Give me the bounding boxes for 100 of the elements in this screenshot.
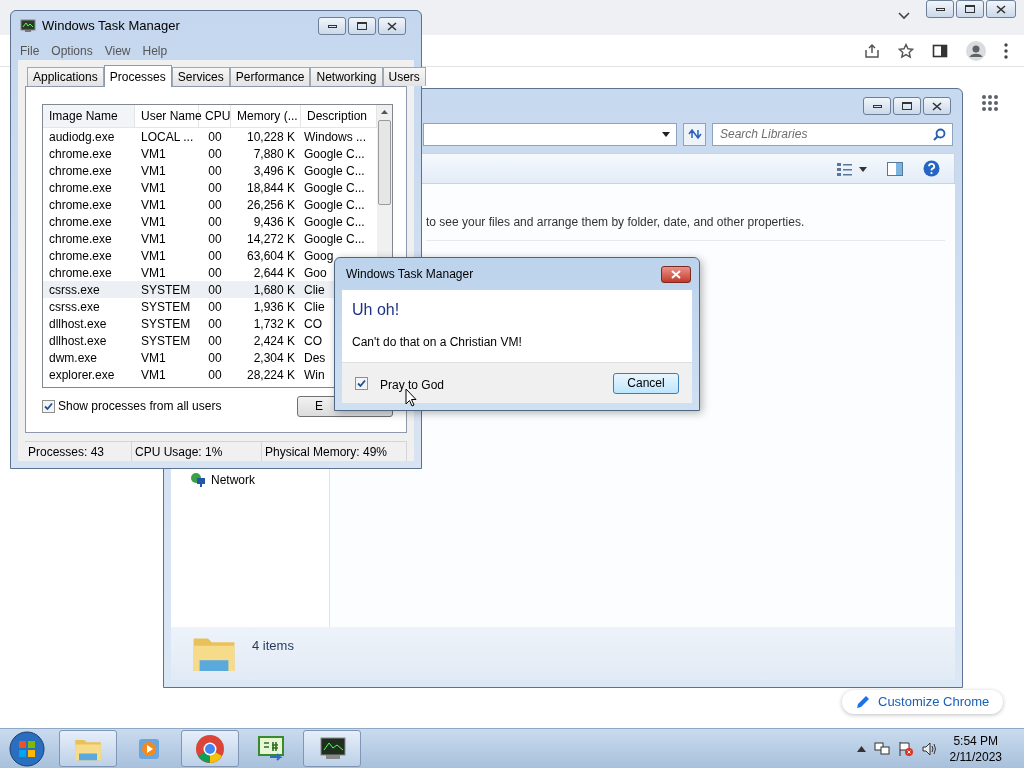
- help-icon[interactable]: [923, 160, 940, 177]
- close-button[interactable]: [661, 265, 691, 283]
- dropdown-arrow-icon[interactable]: [662, 131, 670, 137]
- status-text: Physical Memory: 49%: [262, 442, 407, 461]
- refresh-icon: [687, 128, 702, 140]
- process-row[interactable]: chrome.exe VM1 00 14,272 K Google C...: [43, 230, 377, 247]
- table-cell-text: Google C...: [303, 145, 365, 163]
- minimize-button[interactable]: [863, 97, 891, 115]
- table-cell-text: 1,732 K: [252, 315, 296, 333]
- dialog-heading: Uh oh!: [352, 300, 401, 320]
- table-cell-text: 2,644 K: [252, 264, 296, 282]
- show-hidden-icons-icon[interactable]: [856, 745, 866, 752]
- view-options-icon[interactable]: [837, 161, 867, 176]
- close-button[interactable]: [923, 97, 951, 115]
- checkbox[interactable]: [355, 376, 368, 390]
- speaker-icon[interactable]: [921, 740, 938, 757]
- table-cell-text: csrss.exe: [48, 298, 101, 316]
- tab[interactable]: Performance: [229, 67, 311, 86]
- checkbox[interactable]: [42, 399, 55, 413]
- refresh-button[interactable]: [683, 122, 706, 146]
- menu-item[interactable]: Options: [51, 41, 93, 60]
- table-cell-text: 00: [207, 264, 223, 282]
- close-icon: [387, 21, 397, 31]
- share-icon[interactable]: [864, 42, 880, 59]
- table-cell-text: VM1: [140, 162, 167, 180]
- table-cell-text: 3,496 K: [252, 162, 296, 180]
- profile-icon[interactable]: [966, 40, 986, 61]
- tab[interactable]: Networking: [310, 67, 383, 86]
- table-cell-text: audiodg.exe: [48, 128, 116, 146]
- apps-grid-icon[interactable]: [981, 94, 999, 112]
- process-row[interactable]: chrome.exe VM1 00 18,844 K Google C...: [43, 179, 377, 196]
- network-icon[interactable]: [873, 740, 890, 757]
- process-row[interactable]: chrome.exe VM1 00 26,256 K Google C...: [43, 196, 377, 213]
- table-cell-text: VM1: [140, 264, 167, 282]
- menu-item[interactable]: View: [104, 41, 131, 60]
- process-row[interactable]: chrome.exe VM1 00 3,496 K Google C...: [43, 162, 377, 179]
- table-cell-text: 63,604 K: [245, 247, 296, 265]
- browser-icon: [195, 733, 225, 764]
- table-cell-text: 00: [207, 128, 223, 146]
- start-button[interactable]: [8, 729, 46, 768]
- tab[interactable]: Processes: [103, 65, 172, 87]
- tab[interactable]: Users: [382, 67, 426, 86]
- clock[interactable]: 5:54 PM 2/11/2023: [949, 732, 1002, 765]
- star-icon[interactable]: [898, 42, 914, 59]
- table-cell-text: 2,424 K: [252, 332, 296, 350]
- process-row[interactable]: chrome.exe VM1 00 63,604 K Goog: [43, 247, 377, 264]
- scroll-up-icon[interactable]: [381, 110, 388, 114]
- menu-item[interactable]: Help: [142, 41, 168, 60]
- nav-item[interactable]: Network: [190, 471, 329, 489]
- table-cell-text: 00: [207, 162, 223, 180]
- table-cell-text: Google C...: [303, 179, 365, 197]
- table-cell-text: chrome.exe: [48, 264, 113, 282]
- table-cell-text: 1,680 K: [252, 281, 296, 299]
- table-cell-text: 00: [207, 298, 223, 316]
- process-row[interactable]: chrome.exe VM1 00 9,436 K Google C...: [43, 213, 377, 230]
- customize-chrome-button[interactable]: Customize Chrome: [842, 690, 1004, 714]
- preview-pane-icon[interactable]: [887, 161, 903, 176]
- column-header[interactable]: Image Name: [43, 105, 135, 127]
- cancel-button[interactable]: Cancel: [613, 372, 679, 394]
- task-manager-icon: [317, 735, 347, 762]
- close-button[interactable]: [378, 17, 406, 35]
- minimize-button[interactable]: [926, 0, 954, 18]
- table-cell-text: 7,880 K: [252, 145, 296, 163]
- table-cell-text: Des: [303, 349, 326, 367]
- table-cell-text: 00: [207, 230, 223, 248]
- table-cell-text: chrome.exe: [48, 179, 113, 197]
- flag-icon[interactable]: [897, 740, 914, 757]
- table-cell-text: SYSTEM: [140, 332, 192, 350]
- maximize-button[interactable]: [893, 97, 921, 115]
- table-cell-text: Clie: [303, 298, 325, 316]
- maximize-button[interactable]: [348, 17, 376, 35]
- tab[interactable]: Services: [171, 67, 230, 86]
- menu-item[interactable]: File: [20, 41, 40, 60]
- menu-icon[interactable]: [1004, 42, 1008, 59]
- table-cell-text: 9,436 K: [252, 213, 296, 231]
- column-header[interactable]: User Name: [135, 105, 199, 127]
- minimize-button[interactable]: [318, 17, 346, 35]
- status-text: Processes: 43: [25, 442, 132, 461]
- table-cell-text: explorer.exe: [48, 366, 116, 384]
- chevron-icon[interactable]: [898, 12, 910, 20]
- table-cell-text: chrome.exe: [48, 230, 113, 248]
- table-cell-text: dwm.exe: [48, 349, 99, 367]
- code-editor-icon: [256, 734, 286, 763]
- taskbar-app[interactable]: [303, 730, 361, 767]
- table-cell-text: chrome.exe: [48, 162, 113, 180]
- process-row[interactable]: chrome.exe VM1 00 7,880 K Google C...: [43, 145, 377, 162]
- side-panel-icon[interactable]: [932, 42, 948, 59]
- maximize-button[interactable]: [956, 0, 984, 18]
- table-cell-text: CO: [303, 332, 322, 350]
- table-cell-text: 00: [207, 366, 223, 384]
- column-header[interactable]: Memory (...: [231, 105, 301, 127]
- table-cell-text: Google C...: [303, 196, 365, 214]
- close-button[interactable]: [986, 0, 1016, 18]
- search-field[interactable]: Search Libraries: [712, 122, 953, 146]
- tab[interactable]: Applications: [27, 67, 104, 86]
- search-icon: [933, 127, 946, 141]
- process-row[interactable]: audiodg.exe LOCAL ... 00 10,228 K Windows ...: [43, 128, 377, 145]
- dialog-title: Windows Task Manager: [346, 266, 474, 283]
- table-cell-text: chrome.exe: [48, 196, 113, 214]
- table-cell-text: 00: [207, 349, 223, 367]
